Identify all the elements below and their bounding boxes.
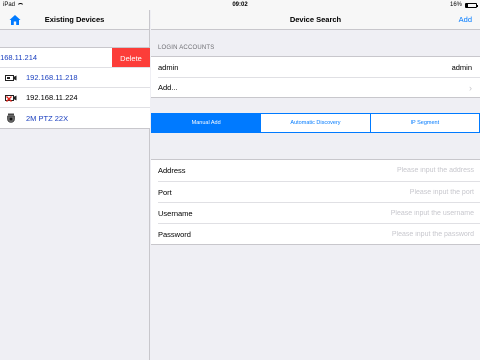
existing-devices-title: Existing Devices	[44, 15, 105, 24]
segment-ip-segment[interactable]: IP Segment	[369, 114, 479, 132]
login-accounts-header: LOGIN ACCOUNTS	[158, 45, 215, 51]
port-input[interactable]	[274, 188, 474, 196]
segment-automatic-discovery[interactable]: Automatic Discovery	[260, 114, 369, 132]
right-nav-bar: Device Search Add	[151, 10, 480, 30]
address-label: Address	[158, 166, 186, 175]
camera-offline-icon	[5, 95, 17, 102]
device-label[interactable]: 192.168.11.218	[26, 73, 78, 82]
battery-icon	[465, 2, 478, 8]
username-input[interactable]	[274, 209, 474, 217]
username-label: Username	[158, 208, 193, 218]
wifi-icon	[17, 2, 25, 8]
account-row[interactable]: admin admin	[151, 57, 480, 77]
add-mode-segmented-control: Manual Add Automatic Discovery IP Segmen…	[151, 113, 480, 133]
device-label[interactable]: 2M PTZ 22X	[26, 114, 68, 123]
password-label: Password	[158, 229, 191, 239]
delete-button[interactable]: Delete	[112, 48, 150, 67]
device-search-pane: Device Search Add LOGIN ACCOUNTS admin a…	[151, 10, 480, 360]
status-left: iPad	[3, 2, 203, 8]
device-row[interactable]: 192.168.11.224	[0, 88, 150, 108]
password-row: Password	[158, 223, 480, 244]
device-search-title: Device Search	[289, 15, 342, 24]
carrier-label: iPad	[3, 2, 16, 8]
address-row: Address	[158, 160, 480, 181]
device-row[interactable]: .168.11.214 Delete	[0, 48, 150, 68]
status-bar: iPad 09:02 16%	[0, 0, 480, 10]
port-label: Port	[158, 187, 172, 197]
password-input[interactable]	[274, 230, 474, 238]
left-nav-bar: Existing Devices	[0, 10, 149, 30]
add-account-label: Add...	[158, 83, 178, 92]
add-button[interactable]: Add	[459, 15, 472, 24]
battery-percent: 16%	[449, 2, 462, 8]
account-name: admin	[158, 62, 179, 72]
address-input[interactable]	[274, 167, 474, 174]
status-right: 16%	[449, 2, 478, 8]
manual-add-form: Address Port Username Password	[151, 159, 480, 245]
battery-fill	[466, 3, 468, 7]
device-label[interactable]: 192.168.11.224	[26, 93, 78, 102]
ptz-dome-icon	[7, 113, 15, 123]
device-row[interactable]: 192.168.11.218	[0, 68, 150, 88]
segment-manual-add[interactable]: Manual Add	[152, 114, 261, 132]
device-label[interactable]: .168.11.214	[0, 53, 37, 62]
login-accounts-group: admin admin Add... ›	[151, 56, 480, 98]
device-list: .168.11.214 Delete 192.168.11.218 192.16…	[0, 47, 150, 129]
device-row[interactable]: 2M PTZ 22X	[0, 108, 150, 128]
port-row: Port	[158, 181, 480, 202]
add-account-row[interactable]: Add... ›	[158, 77, 480, 97]
existing-devices-pane: Existing Devices .168.11.214 Delete 192.…	[0, 10, 150, 360]
camera-icon	[5, 75, 17, 81]
chevron-right-icon: ›	[469, 82, 472, 93]
account-value: admin	[451, 62, 472, 72]
username-row: Username	[158, 202, 480, 223]
